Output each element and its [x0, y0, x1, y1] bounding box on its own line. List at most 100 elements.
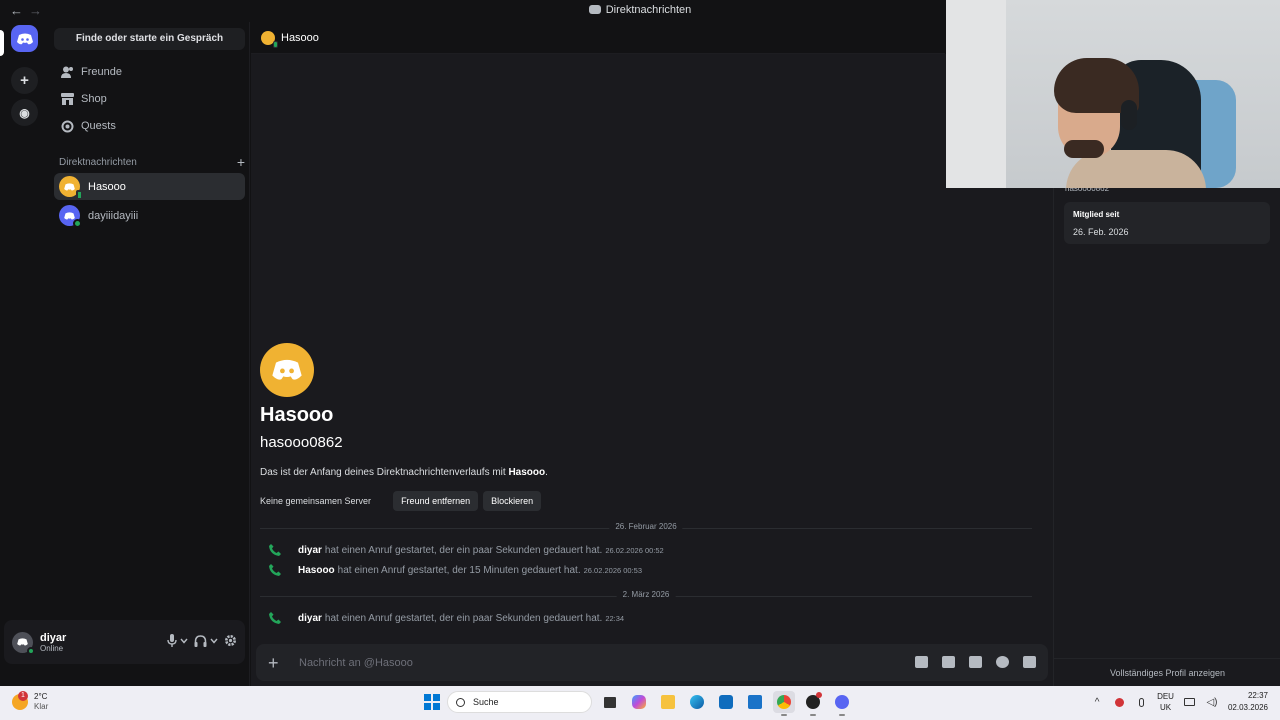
- taskbar: 1 2°C Klar Suche ^ DEU UK ◁) 22:37 02.03…: [0, 686, 1280, 720]
- create-dm-plus-icon[interactable]: +: [237, 155, 245, 169]
- store-icon[interactable]: [744, 691, 766, 713]
- home-button[interactable]: [11, 25, 38, 52]
- mobile-status-icon: [273, 40, 278, 48]
- intro-suffix: .: [545, 467, 548, 478]
- file-explorer-icon[interactable]: [657, 691, 679, 713]
- shop-icon: [60, 92, 74, 106]
- chrome-icon[interactable]: [773, 691, 795, 716]
- volume-icon[interactable]: ◁): [1206, 697, 1218, 708]
- gif-icon[interactable]: [942, 656, 955, 668]
- compass-icon: ◉: [19, 105, 30, 120]
- webcam-person-beard: [1064, 140, 1104, 158]
- message-author[interactable]: Hasooo: [298, 565, 335, 576]
- member-since-date: 26. Feb. 2026: [1073, 227, 1129, 237]
- message-timestamp: 26.02.2026 00:53: [583, 565, 643, 575]
- remove-friend-button[interactable]: Freund entfernen: [393, 491, 479, 511]
- call-message: Hasooo hat einen Anruf gestartet, der 15…: [269, 564, 642, 576]
- network-icon[interactable]: [1184, 697, 1196, 707]
- mute-button[interactable]: [167, 634, 188, 647]
- taskbar-search-label: Suche: [473, 697, 499, 707]
- user-names[interactable]: diyar Online: [40, 632, 66, 653]
- online-status-icon: [27, 646, 35, 655]
- outlook-icon[interactable]: [715, 691, 737, 713]
- attach-plus-icon[interactable]: +: [268, 654, 282, 672]
- dm-item-dayiiidayiii[interactable]: dayiiidayiii: [54, 202, 245, 229]
- date-divider: 2. März 2026: [260, 590, 1032, 599]
- weather-widget[interactable]: 1 2°C Klar: [12, 691, 48, 712]
- chevron-up-icon[interactable]: ^: [1091, 697, 1103, 708]
- profile-avatar: [260, 343, 314, 397]
- clock[interactable]: 22:37 02.03.2026: [1228, 690, 1268, 714]
- user-name: diyar: [40, 631, 67, 644]
- microphone-icon[interactable]: [1135, 697, 1147, 707]
- gear-icon: [225, 635, 236, 646]
- windows-start-icon[interactable]: [424, 694, 440, 710]
- block-button[interactable]: Blockieren: [483, 491, 542, 511]
- discord-logo-icon: [272, 359, 302, 380]
- sidebar-item-label: Quests: [81, 120, 116, 132]
- discord-logo-icon: [64, 182, 75, 190]
- deafen-button[interactable]: [194, 634, 218, 647]
- discord-logo-icon: [64, 211, 75, 219]
- taskbar-search[interactable]: Suche: [447, 691, 592, 713]
- sidebar-item-label: Shop: [81, 93, 107, 105]
- server-rail: + ◉: [0, 22, 50, 686]
- gift-icon[interactable]: [915, 656, 928, 668]
- call-message: diyar hat einen Anruf gestartet, der ein…: [269, 612, 624, 624]
- app-icon[interactable]: [802, 691, 824, 716]
- phone-icon: [269, 612, 281, 624]
- task-view-icon[interactable]: [599, 691, 621, 713]
- language-code: DEU: [1157, 692, 1174, 701]
- discover-button[interactable]: ◉: [11, 99, 38, 126]
- find-conversation-button[interactable]: Finde oder starte ein Gespräch: [54, 28, 245, 50]
- settings-button[interactable]: [224, 634, 237, 647]
- dm-item-hasooo[interactable]: Hasooo: [54, 173, 245, 200]
- chevron-down-icon: [210, 638, 218, 644]
- discord-logo-icon: [588, 5, 601, 14]
- intro-name: Hasooo: [508, 467, 546, 478]
- keyboard-layout: UK: [1159, 703, 1172, 712]
- weather-temp: 2°C: [34, 692, 48, 701]
- intro-prefix: Das ist der Anfang deines Direktnachrich…: [260, 467, 509, 478]
- sidebar-item-friends[interactable]: Freunde: [54, 59, 245, 85]
- message-author[interactable]: diyar: [298, 545, 322, 556]
- system-tray: ^ DEU UK ◁) 22:37 02.03.2026: [1091, 690, 1268, 714]
- selected-indicator: [0, 30, 4, 56]
- view-full-profile-button[interactable]: Vollständiges Profil anzeigen: [1054, 658, 1280, 686]
- profile-username: hasooo0862: [260, 434, 343, 451]
- sidebar-item-shop[interactable]: Shop: [54, 86, 245, 112]
- quests-icon: [60, 119, 74, 133]
- tray-app-icon[interactable]: [1113, 697, 1125, 707]
- chat-area: Hasooo hasooo0862 Das ist der Anfang dei…: [251, 54, 1053, 686]
- chat-header: Hasooo: [251, 22, 945, 54]
- webcam-background: [946, 0, 1006, 188]
- phone-icon: [269, 544, 281, 556]
- sidebar-item-label: Freunde: [81, 66, 122, 78]
- copilot-icon[interactable]: [628, 691, 650, 713]
- weather-text: 2°C Klar: [34, 692, 48, 712]
- message-author[interactable]: diyar: [298, 613, 322, 624]
- avatar[interactable]: [12, 631, 35, 655]
- sticker-icon[interactable]: [969, 656, 982, 668]
- no-mutual-servers: Keine gemeinsamen Server: [260, 496, 372, 506]
- avatar[interactable]: [261, 30, 278, 48]
- dm-item-label: Hasooo: [88, 180, 126, 193]
- avatar: [59, 176, 83, 200]
- date-divider: 26. Februar 2026: [260, 522, 1032, 531]
- friends-icon: [60, 65, 74, 79]
- language-indicator[interactable]: DEU UK: [1157, 691, 1174, 713]
- clock-date: 02.03.2026: [1227, 703, 1268, 712]
- date-divider-label: 26. Februar 2026: [609, 522, 683, 531]
- discord-taskbar-icon[interactable]: [831, 691, 853, 716]
- member-since-label: Mitglied seit: [1073, 210, 1120, 219]
- sidebar-item-quests[interactable]: Quests: [54, 113, 245, 139]
- chevron-down-icon: [180, 638, 188, 644]
- message-input[interactable]: Nachricht an @Hasooo: [299, 657, 413, 669]
- profile-display-name: Hasooo: [260, 404, 334, 426]
- apps-icon[interactable]: [1023, 656, 1036, 668]
- webcam-overlay: [946, 0, 1280, 188]
- chat-header-name[interactable]: Hasooo: [281, 32, 319, 44]
- edge-icon[interactable]: [686, 691, 708, 713]
- add-server-button[interactable]: +: [11, 67, 38, 94]
- emoji-icon[interactable]: [996, 656, 1009, 668]
